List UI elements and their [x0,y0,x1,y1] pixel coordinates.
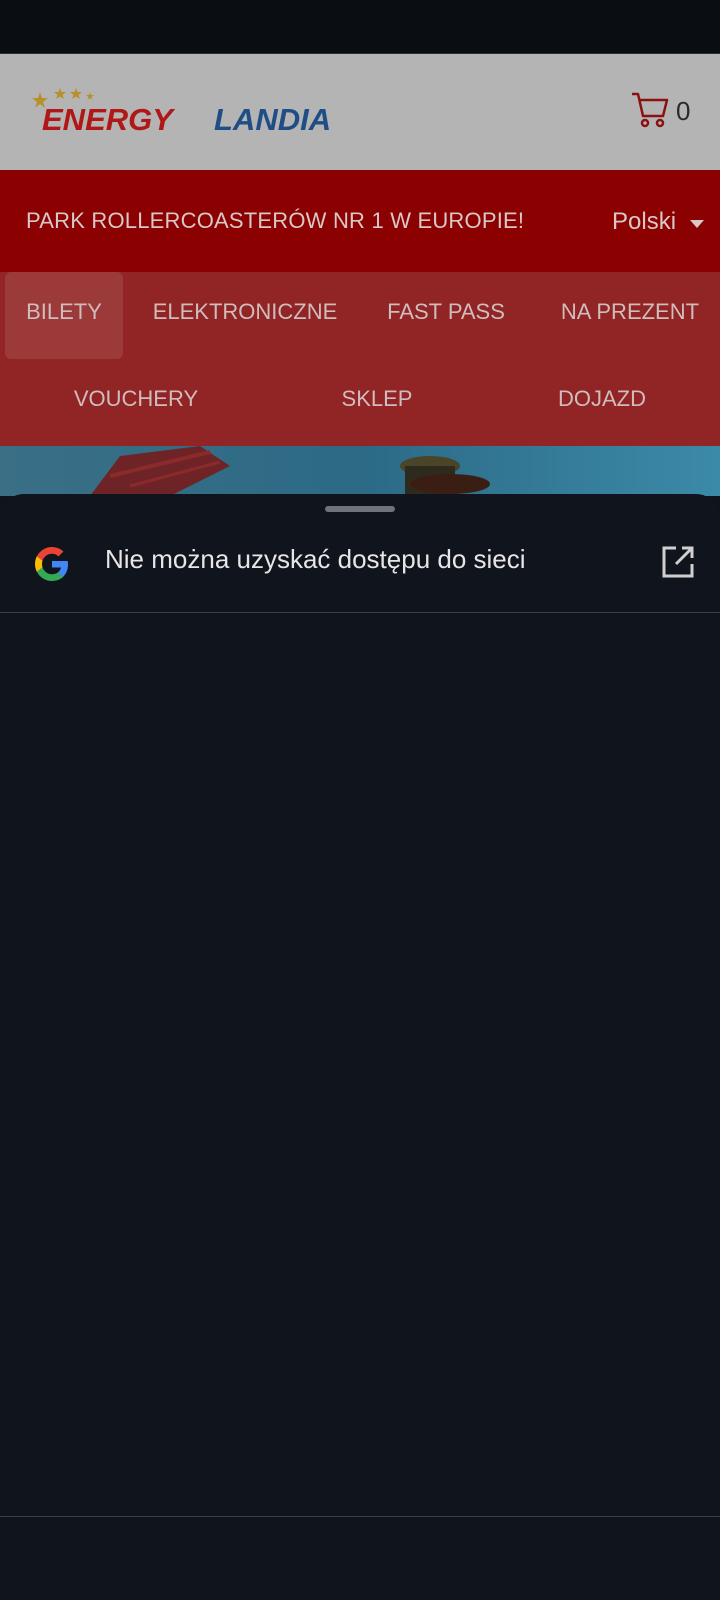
nav-item-bilety[interactable]: BILETY [5,272,123,359]
cart-count: 0 [676,96,691,126]
energylandia-logo[interactable]: ENERGY LANDIA [28,86,388,134]
nav-item-sklep[interactable]: SKLEP [320,359,434,439]
promo-bar: PARK ROLLERCOASTERÓW NR 1 W EUROPIE! Pol… [0,170,720,272]
open-external-icon[interactable] [660,544,696,580]
bottom-sheet: Nie można uzyskać dostępu do sieci [0,494,720,1600]
bottom-divider [0,1516,720,1517]
nav-item-dojazd[interactable]: DOJAZD [540,359,664,439]
sheet-divider [0,612,720,613]
nav-item-vouchery[interactable]: VOUCHERY [60,359,212,439]
language-select[interactable]: Polski [612,208,676,236]
hero-image [0,446,720,496]
promo-text: PARK ROLLERCOASTERÓW NR 1 W EUROPIE! [26,208,525,233]
site-header: ENERGY LANDIA 0 [0,54,720,170]
status-bar [0,0,720,54]
sheet-title: Nie można uzyskać dostępu do sieci [105,544,526,574]
nav-item-fast-pass[interactable]: FAST PASS [372,272,520,352]
main-nav: BILETY ELEKTRONICZNE FAST PASS NA PREZEN… [0,272,720,446]
google-icon [32,544,72,584]
drag-handle[interactable] [325,506,395,512]
svg-text:LANDIA: LANDIA [214,102,331,134]
caret-down-icon[interactable] [690,220,704,228]
cart-icon[interactable] [630,90,670,130]
website-content: ENERGY LANDIA 0 PARK ROLLERCOASTERÓW NR … [0,54,720,496]
logo-graphic: ENERGY LANDIA [32,88,331,134]
nav-item-na-prezent[interactable]: NA PREZENT [550,272,710,352]
nav-item-elektroniczne[interactable]: ELEKTRONICZNE [150,272,340,352]
svg-text:ENERGY: ENERGY [42,102,176,134]
